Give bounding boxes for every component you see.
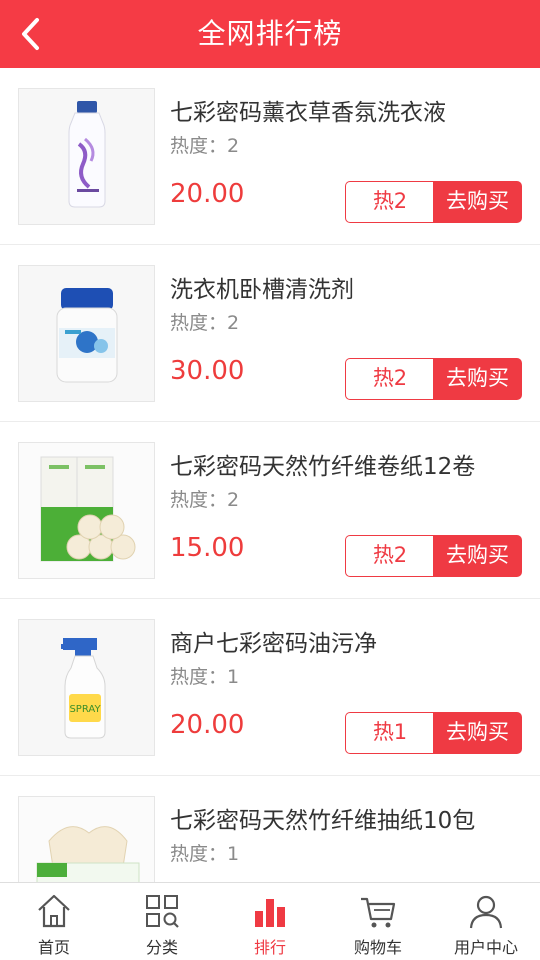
page-title: 全网排行榜 [197, 17, 343, 50]
product-name[interactable]: 七彩密码天然竹纤维卷纸12卷 [170, 447, 475, 481]
tab-label: 用户中心 [453, 938, 518, 957]
product-list[interactable]: 七彩密码薰衣草香氛洗衣液 热度：2 20.00 热2 去购买 洗衣机卧槽清洗剂 [0, 68, 540, 882]
tab-label: 首页 [37, 938, 70, 957]
product-heat: 热度：2 [170, 135, 240, 157]
product-price: 15.00 [170, 533, 245, 563]
product-price: 30.00 [170, 356, 245, 386]
category-grid-icon [142, 891, 182, 931]
buy-button[interactable]: 去购买 [433, 712, 522, 754]
product-name[interactable]: 七彩密码薰衣草香氛洗衣液 [170, 93, 446, 127]
tab-user-center[interactable]: 用户中心 [432, 883, 540, 960]
buy-button[interactable]: 去购买 [433, 535, 522, 577]
buy-button[interactable]: 去购买 [433, 358, 522, 400]
product-image-laundry-detergent[interactable] [18, 88, 155, 225]
tab-cart[interactable]: 购物车 [324, 883, 432, 960]
chevron-left-icon [12, 14, 52, 54]
buy-button[interactable]: 去购买 [433, 181, 522, 223]
tab-category[interactable]: 分类 [108, 883, 216, 960]
product-image-tissue-box[interactable] [18, 796, 155, 882]
product-name[interactable]: 七彩密码天然竹纤维抽纸10包 [170, 801, 475, 835]
tab-ranking[interactable]: 排行 [216, 883, 324, 960]
product-item[interactable]: 七彩密码薰衣草香氛洗衣液 热度：2 20.00 热2 去购买 [0, 68, 540, 245]
product-item[interactable]: 洗衣机卧槽清洗剂 热度：2 30.00 热2 去购买 [0, 245, 540, 422]
header-bar: 全网排行榜 [0, 0, 540, 68]
hot-badge: 热2 [345, 535, 434, 577]
home-icon [34, 891, 74, 931]
cart-icon [358, 891, 398, 931]
product-item[interactable]: 七彩密码天然竹纤维抽纸10包 热度：1 [0, 776, 540, 882]
product-image-toilet-paper[interactable] [18, 442, 155, 579]
product-name[interactable]: 洗衣机卧槽清洗剂 [170, 270, 354, 304]
product-heat: 热度：2 [170, 489, 240, 511]
product-price: 20.00 [170, 710, 245, 740]
app-screen: 全网排行榜 七彩密码薰衣草香氛洗衣液 热度：2 20.00 热2 去购买 洗衣机… [0, 0, 540, 960]
tab-label: 分类 [145, 938, 178, 957]
product-image-grease-cleaner[interactable]: SPRAY [18, 619, 155, 756]
product-item[interactable]: SPRAY 商户七彩密码油污净 热度：1 20.00 热1 去购买 [0, 599, 540, 776]
hot-badge: 热2 [345, 181, 434, 223]
product-name[interactable]: 商户七彩密码油污净 [170, 624, 377, 658]
user-icon [466, 891, 506, 931]
hot-badge: 热1 [345, 712, 434, 754]
product-heat: 热度：1 [170, 666, 240, 688]
tab-label: 排行 [253, 938, 286, 957]
bottom-tab-bar: 首页 分类 排行 购物车 用户中心 [0, 882, 540, 960]
product-heat: 热度：1 [170, 843, 240, 865]
svg-text:SPRAY: SPRAY [69, 704, 101, 715]
ranking-bars-icon [250, 891, 290, 931]
hot-badge: 热2 [345, 358, 434, 400]
product-price: 20.00 [170, 179, 245, 209]
product-heat: 热度：2 [170, 312, 240, 334]
product-item[interactable]: 七彩密码天然竹纤维卷纸12卷 热度：2 15.00 热2 去购买 [0, 422, 540, 599]
tab-home[interactable]: 首页 [0, 883, 108, 960]
tab-label: 购物车 [353, 938, 402, 957]
back-button[interactable] [12, 14, 52, 54]
product-image-machine-cleaner[interactable] [18, 265, 155, 402]
